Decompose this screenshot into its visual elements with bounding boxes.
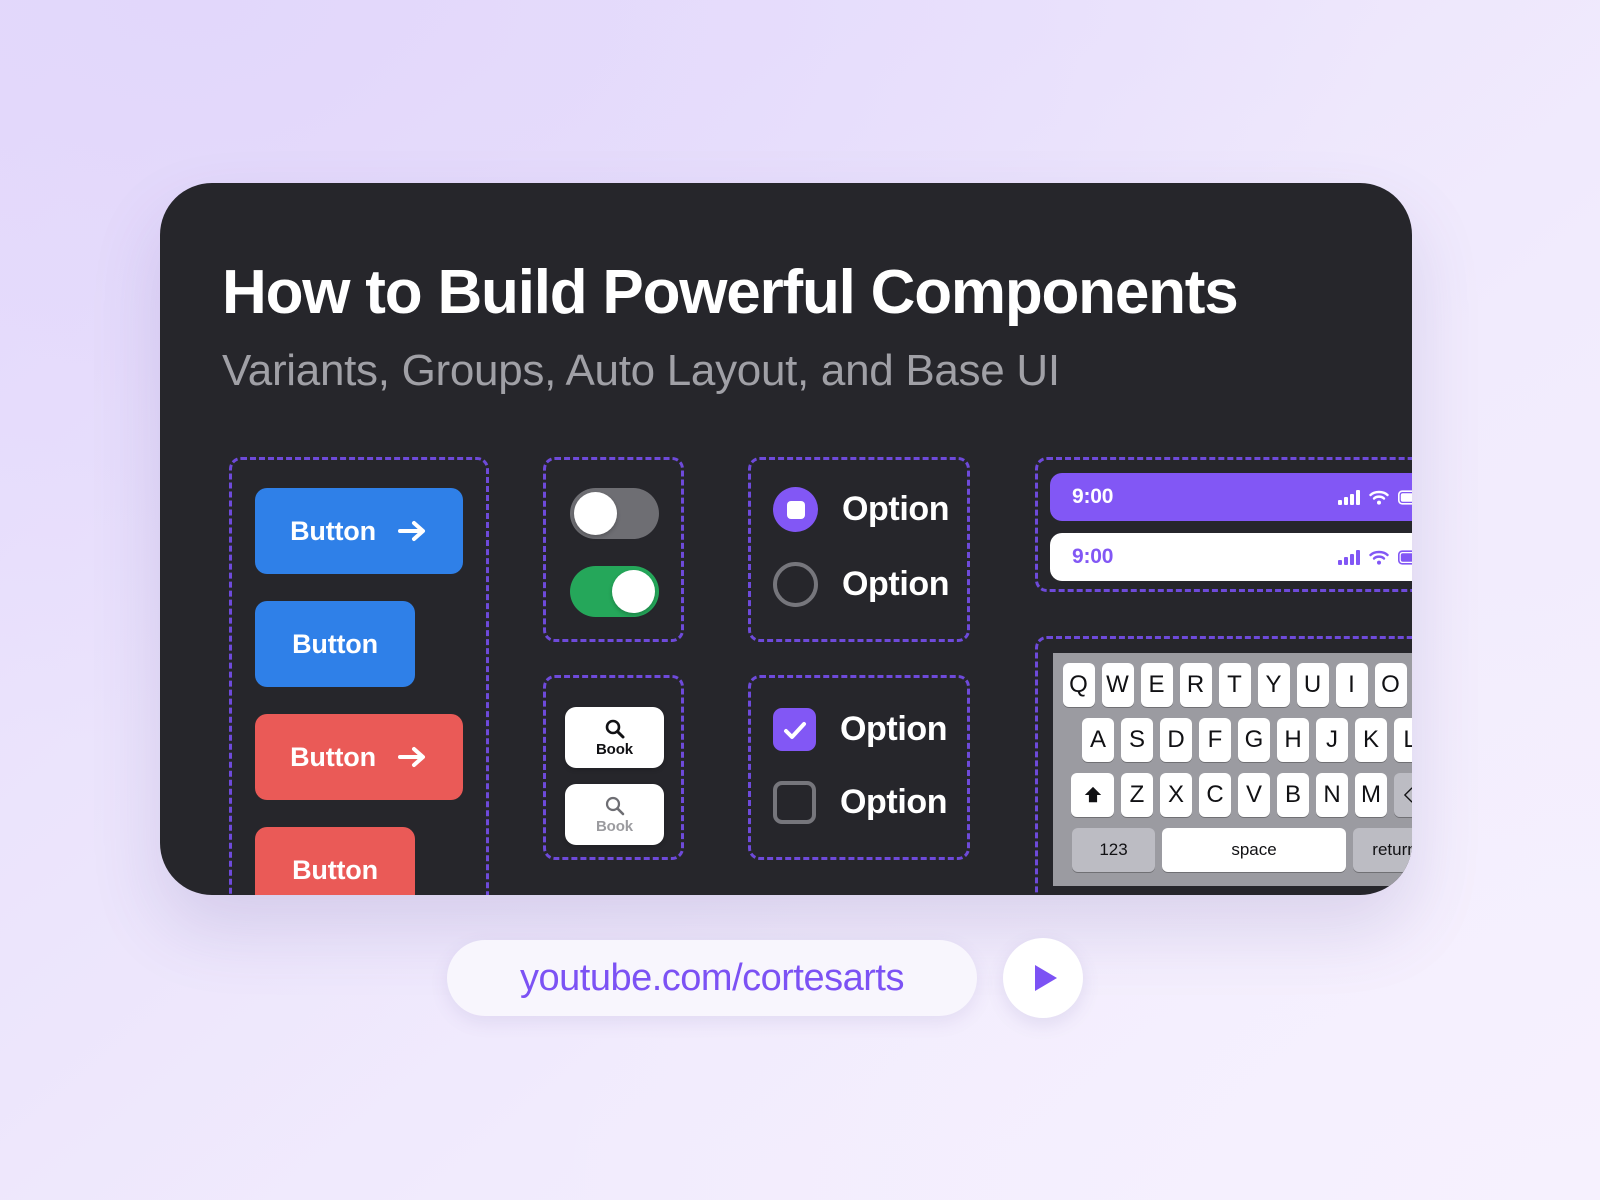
toggle-variants-list (570, 488, 659, 617)
shift-icon (1083, 785, 1103, 805)
arrow-right-icon (397, 744, 428, 770)
icon-card-label: Book (595, 817, 634, 835)
battery-icon (1398, 549, 1412, 565)
radio-filled-icon (773, 487, 818, 532)
checkbox-checked-icon (773, 708, 816, 751)
toggle-knob (574, 492, 617, 535)
checkbox-empty-icon (773, 781, 816, 824)
status-bar-time: 9:00 (1072, 545, 1114, 568)
key-backspace[interactable] (1394, 773, 1412, 817)
search-icon (604, 718, 625, 739)
button-label: Button (290, 515, 376, 546)
key-shift[interactable] (1071, 773, 1114, 817)
keyboard-row-4: 123 space return (1058, 828, 1412, 872)
key-u[interactable]: U (1296, 663, 1329, 707)
arrow-right-icon (397, 518, 428, 544)
key-y[interactable]: Y (1257, 663, 1290, 707)
checkbox-option-unchecked[interactable]: Option (773, 781, 948, 824)
channel-url-pill[interactable]: youtube.com/cortesarts (447, 940, 977, 1016)
radio-label: Option (842, 565, 950, 603)
key-f[interactable]: F (1199, 718, 1231, 762)
status-bar-variants-list: 9:00 9:00 (1050, 473, 1412, 581)
key-o[interactable]: O (1374, 663, 1407, 707)
key-m[interactable]: M (1355, 773, 1387, 817)
button-label: Button (290, 741, 376, 772)
icon-card-label: Book (595, 740, 634, 758)
button-label: Button (292, 628, 378, 659)
key-q[interactable]: Q (1062, 663, 1095, 707)
key-space[interactable]: space (1162, 828, 1346, 872)
button-variants-list: Button Button Button Button (255, 488, 463, 895)
status-bar-time: 9:00 (1072, 485, 1114, 508)
radio-inner-dot (786, 500, 805, 519)
page-title: How to Build Powerful Components (222, 258, 1239, 327)
key-i[interactable]: I (1335, 663, 1368, 707)
key-d[interactable]: D (1160, 718, 1192, 762)
key-z[interactable]: Z (1121, 773, 1153, 817)
keyboard-row-1: Q W E R T Y U I O P (1058, 663, 1412, 707)
key-h[interactable]: H (1277, 718, 1309, 762)
key-r[interactable]: R (1179, 663, 1212, 707)
key-n[interactable]: N (1316, 773, 1348, 817)
toggle-switch-off[interactable] (570, 488, 659, 539)
button-danger-plain[interactable]: Button (255, 827, 415, 895)
search-icon (604, 795, 625, 816)
radio-option-unselected[interactable]: Option (773, 562, 950, 607)
key-l[interactable]: L (1394, 718, 1412, 762)
button-primary-with-arrow[interactable]: Button (255, 488, 463, 574)
key-b[interactable]: B (1277, 773, 1309, 817)
hero-card: How to Build Powerful Components Variant… (160, 183, 1412, 895)
keyboard-row-3: Z X C V B N M (1058, 773, 1412, 817)
checkbox-label: Option (840, 710, 948, 748)
page-subtitle: Variants, Groups, Auto Layout, and Base … (222, 346, 1060, 395)
cellular-signal-icon (1338, 489, 1360, 505)
key-a[interactable]: A (1082, 718, 1114, 762)
key-x[interactable]: X (1160, 773, 1192, 817)
keyboard-row-2: A S D F G H J K L (1058, 718, 1412, 762)
key-k[interactable]: K (1355, 718, 1387, 762)
channel-url-text: youtube.com/cortesarts (520, 956, 904, 999)
icon-card-variants-list: Book Book (565, 707, 664, 845)
status-bar-light-variant: 9:00 (1050, 533, 1412, 581)
key-v[interactable]: V (1238, 773, 1270, 817)
footer-cta: youtube.com/cortesarts (447, 938, 1083, 1018)
checkbox-variants-list: Option Option (773, 708, 948, 824)
key-c[interactable]: C (1199, 773, 1231, 817)
backspace-icon (1403, 787, 1412, 803)
toggle-knob (612, 570, 655, 613)
status-bar-indicators (1338, 549, 1412, 565)
button-danger-with-arrow[interactable]: Button (255, 714, 463, 800)
status-bar-dark-variant: 9:00 (1050, 473, 1412, 521)
checkbox-label: Option (840, 783, 948, 821)
key-e[interactable]: E (1140, 663, 1173, 707)
radio-label: Option (842, 490, 950, 528)
cellular-signal-icon (1338, 549, 1360, 565)
radio-variants-list: Option Option (773, 487, 950, 607)
play-button[interactable] (1003, 938, 1083, 1018)
key-w[interactable]: W (1101, 663, 1134, 707)
radio-option-selected[interactable]: Option (773, 487, 950, 532)
wifi-icon (1369, 550, 1389, 565)
radio-empty-icon (773, 562, 818, 607)
icon-card-book-enabled[interactable]: Book (565, 707, 664, 768)
wifi-icon (1369, 490, 1389, 505)
icon-card-book-disabled[interactable]: Book (565, 784, 664, 845)
status-bar-indicators (1338, 489, 1412, 505)
checkbox-option-checked[interactable]: Option (773, 708, 948, 751)
key-g[interactable]: G (1238, 718, 1270, 762)
key-j[interactable]: J (1316, 718, 1348, 762)
button-label: Button (292, 854, 378, 885)
key-numbers[interactable]: 123 (1072, 828, 1155, 872)
battery-icon (1398, 489, 1412, 505)
checkmark-icon (782, 719, 808, 741)
onscreen-keyboard: Q W E R T Y U I O P A S D F G H J K L (1053, 653, 1412, 886)
toggle-switch-on[interactable] (570, 566, 659, 617)
button-primary-plain[interactable]: Button (255, 601, 415, 687)
key-return[interactable]: return (1353, 828, 1412, 872)
key-s[interactable]: S (1121, 718, 1153, 762)
play-icon (1028, 963, 1059, 993)
key-t[interactable]: T (1218, 663, 1251, 707)
